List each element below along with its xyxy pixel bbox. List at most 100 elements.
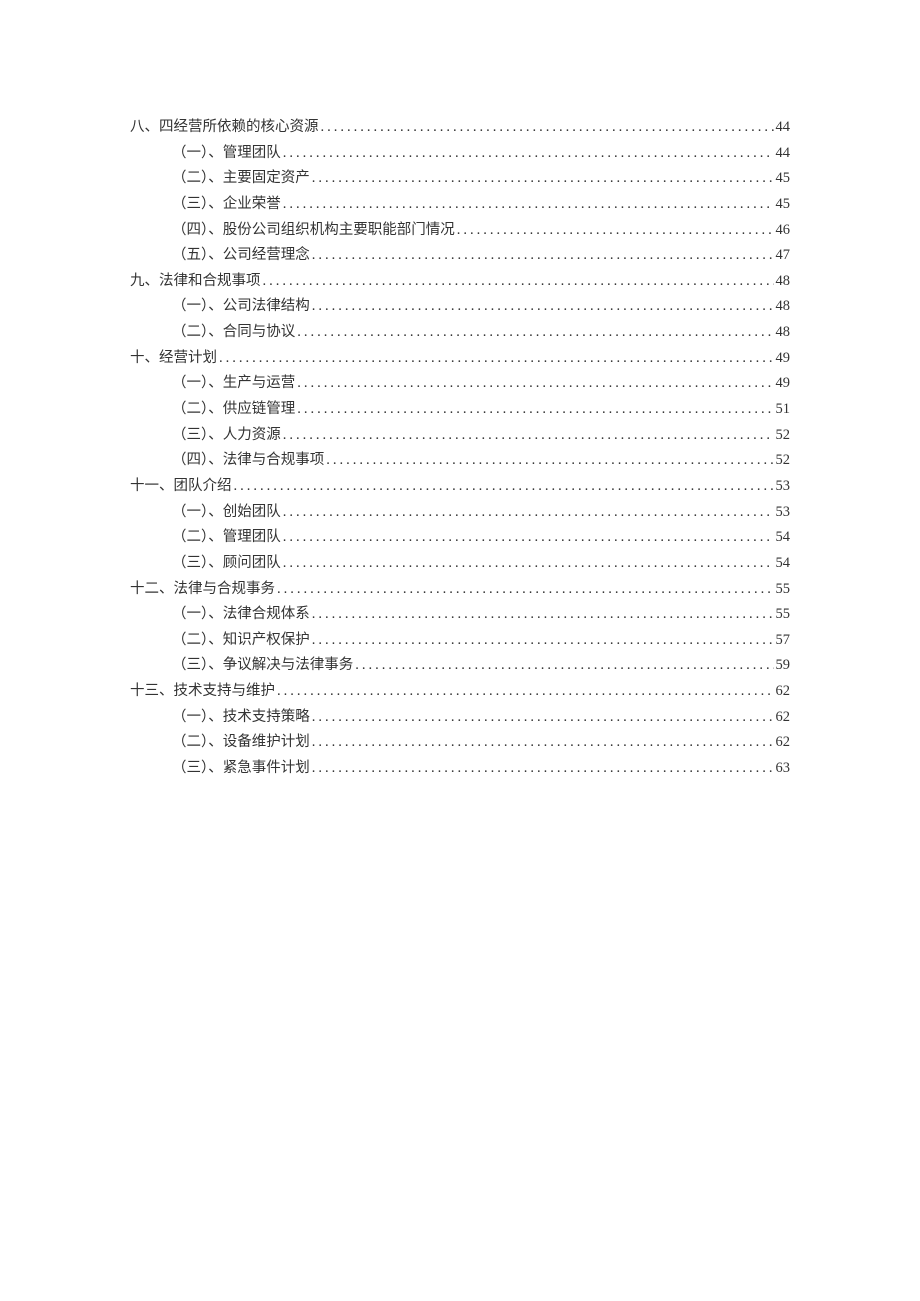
toc-entry: （一）、公司法律结构48 xyxy=(130,294,790,319)
toc-entry-label: （三）、紧急事件计划 xyxy=(172,756,310,781)
toc-entry: （二）、合同与协议 48 xyxy=(130,320,790,345)
toc-entry-page: 54 xyxy=(776,525,791,550)
toc-entry-label: 十一、团队介绍 xyxy=(130,474,232,499)
toc-entry: （三）、企业荣誉 45 xyxy=(130,192,790,217)
toc-entry-page: 49 xyxy=(776,371,791,396)
toc-entry: （一）、生产与运营 49 xyxy=(130,371,790,396)
toc-entry: （一）、创始团队 53 xyxy=(130,500,790,525)
toc-entry: （一）、法律合规体系 55 xyxy=(130,602,790,627)
toc-entry: （一）、技术支持策略 62 xyxy=(130,705,790,730)
toc-leader-dots xyxy=(263,269,774,294)
toc-entry: （三）、顾问团队 54 xyxy=(130,551,790,576)
toc-entry-label: （二）、供应链管理 xyxy=(172,397,295,422)
toc-entry-label: 十、经营计划 xyxy=(130,346,217,371)
toc-entry: （二）、知识产权保护 57 xyxy=(130,628,790,653)
toc-entry-page: 45 xyxy=(776,192,791,217)
toc-leader-dots xyxy=(312,243,774,268)
toc-entry: （二）、主要固定资产45 xyxy=(130,166,790,191)
toc-entry-label: （四）、股份公司组织机构主要职能部门情况 xyxy=(172,218,455,243)
toc-leader-dots xyxy=(297,320,773,345)
toc-entry: （三）、人力资源 52 xyxy=(130,423,790,448)
toc-entry-page: 45 xyxy=(776,166,791,191)
toc-entry-page: 53 xyxy=(776,500,791,525)
toc-entry-label: （一）、公司法律结构 xyxy=(172,294,310,319)
toc-entry-label: （四）、法律与合规事项 xyxy=(172,448,324,473)
toc-entry-label: （三）、争议解决与法律事务 xyxy=(172,653,353,678)
toc-entry-page: 62 xyxy=(776,730,791,755)
toc-entry-label: （二）、管理团队 xyxy=(172,525,281,550)
toc-leader-dots xyxy=(297,397,773,422)
toc-leader-dots xyxy=(457,218,774,243)
toc-entry-label: 十二、法律与合规事务 xyxy=(130,577,275,602)
toc-entry-label: （一）、管理团队 xyxy=(172,141,281,166)
toc-entry-page: 52 xyxy=(776,423,791,448)
toc-entry-page: 62 xyxy=(776,679,791,704)
toc-entry-page: 46 xyxy=(776,218,791,243)
toc-entry-page: 55 xyxy=(776,602,791,627)
toc-entry: 十三、技术支持与维护 62 xyxy=(130,679,790,704)
toc-entry-page: 59 xyxy=(776,653,791,678)
toc-entry: （三）、争议解决与法律事务 59 xyxy=(130,653,790,678)
toc-leader-dots xyxy=(312,602,774,627)
toc-entry-label: （二）、设备维护计划 xyxy=(172,730,310,755)
toc-entry: （三）、紧急事件计划 63 xyxy=(130,756,790,781)
toc-leader-dots xyxy=(283,423,774,448)
toc-entry-label: （二）、合同与协议 xyxy=(172,320,295,345)
toc-leader-dots xyxy=(355,653,773,678)
toc-entry-label: 九、法律和合规事项 xyxy=(130,269,261,294)
toc-entry-page: 54 xyxy=(776,551,791,576)
toc-entry-page: 51 xyxy=(776,397,791,422)
toc-leader-dots xyxy=(312,166,774,191)
toc-entry-label: （一）、技术支持策略 xyxy=(172,705,310,730)
toc-entry-page: 47 xyxy=(776,243,791,268)
toc-leader-dots xyxy=(283,500,774,525)
toc-entry-label: （三）、企业荣誉 xyxy=(172,192,281,217)
toc-leader-dots xyxy=(234,474,774,499)
toc-entry: （二）、设备维护计划 62 xyxy=(130,730,790,755)
toc-entry-label: （一）、创始团队 xyxy=(172,500,281,525)
toc-leader-dots xyxy=(283,525,774,550)
toc-leader-dots xyxy=(283,551,774,576)
toc-entry: （二）、供应链管理 51 xyxy=(130,397,790,422)
toc-entry-label: （二）、知识产权保护 xyxy=(172,628,310,653)
toc-entry-page: 53 xyxy=(776,474,791,499)
toc-entry-page: 63 xyxy=(776,756,791,781)
toc-leader-dots xyxy=(326,448,773,473)
toc-entry: 九、法律和合规事项 48 xyxy=(130,269,790,294)
toc-entry-page: 55 xyxy=(776,577,791,602)
toc-entry-page: 49 xyxy=(776,346,791,371)
toc-leader-dots xyxy=(219,346,774,371)
toc-entry-page: 44 xyxy=(776,141,791,166)
toc-leader-dots xyxy=(277,577,774,602)
toc-entry: （四）、股份公司组织机构主要职能部门情况 46 xyxy=(130,218,790,243)
toc-entry-label: （一）、法律合规体系 xyxy=(172,602,310,627)
toc-leader-dots xyxy=(321,115,774,140)
toc-leader-dots xyxy=(312,294,774,319)
toc-entry: 十二、法律与合规事务 55 xyxy=(130,577,790,602)
toc-entry-page: 48 xyxy=(776,269,791,294)
toc-leader-dots xyxy=(312,730,774,755)
toc-leader-dots xyxy=(312,628,774,653)
toc-entry-label: 十三、技术支持与维护 xyxy=(130,679,275,704)
toc-leader-dots xyxy=(283,141,774,166)
toc-leader-dots xyxy=(312,756,774,781)
toc-entry-page: 44 xyxy=(776,115,791,140)
toc-entry: （五）、公司经营理念47 xyxy=(130,243,790,268)
toc-entry: （二）、管理团队 54 xyxy=(130,525,790,550)
toc-entry: （一）、管理团队 44 xyxy=(130,141,790,166)
document-page: 八、四经营所依赖的核心资源44（一）、管理团队44（二）、主要固定资产45（三）… xyxy=(0,0,920,781)
toc-entry-page: 57 xyxy=(776,628,791,653)
toc-leader-dots xyxy=(312,705,774,730)
toc-entry-label: （三）、顾问团队 xyxy=(172,551,281,576)
toc-entry-page: 52 xyxy=(776,448,791,473)
table-of-contents: 八、四经营所依赖的核心资源44（一）、管理团队44（二）、主要固定资产45（三）… xyxy=(130,115,790,781)
toc-entry-label: （三）、人力资源 xyxy=(172,423,281,448)
toc-entry-page: 62 xyxy=(776,705,791,730)
toc-leader-dots xyxy=(277,679,774,704)
toc-entry-label: （一）、生产与运营 xyxy=(172,371,295,396)
toc-leader-dots xyxy=(283,192,774,217)
toc-entry-page: 48 xyxy=(776,320,791,345)
toc-entry-label: 八、四经营所依赖的核心资源 xyxy=(130,115,319,140)
toc-entry: 八、四经营所依赖的核心资源 44 xyxy=(130,115,790,140)
toc-entry: 十、经营计划 49 xyxy=(130,346,790,371)
